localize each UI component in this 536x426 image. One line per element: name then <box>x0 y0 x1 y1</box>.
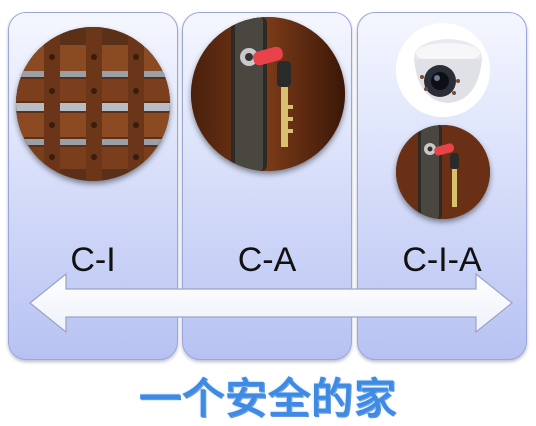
security-camera-image <box>396 23 490 117</box>
door-lock-image-small <box>396 125 490 219</box>
door-lock-image <box>191 17 345 171</box>
footer-title: 一个安全的家 <box>138 375 397 422</box>
wooden-fence-image <box>16 27 170 181</box>
bidirectional-arrow-icon <box>29 272 513 334</box>
